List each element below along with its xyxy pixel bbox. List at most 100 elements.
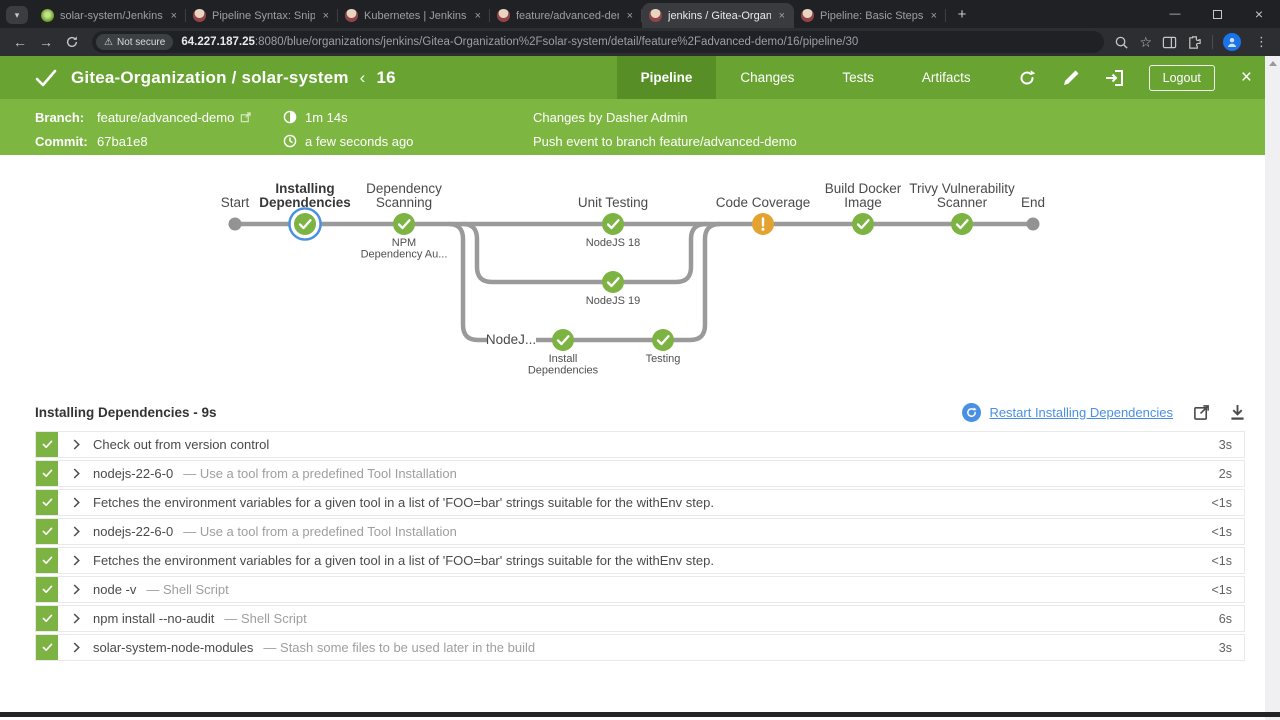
browser-tab-1[interactable]: Pipeline Syntax: Snippet Genera...× <box>186 3 338 28</box>
step-status-success <box>36 635 58 660</box>
tab-title: jenkins / Gitea-Organization/so... <box>668 10 771 22</box>
forward-button[interactable]: → <box>34 30 58 54</box>
step-row-1[interactable]: nodejs-22-6-0— Use a tool from a predefi… <box>35 460 1245 487</box>
browser-tabstrip: ▾ solar-system/Jenkinsfile at feat...×Pi… <box>0 0 1280 28</box>
tab-changes[interactable]: Changes <box>716 56 818 99</box>
tab-pipeline[interactable]: Pipeline <box>617 56 717 99</box>
profile-avatar[interactable] <box>1223 33 1241 51</box>
check-icon <box>42 614 53 623</box>
step-name: nodejs-22-6-0 <box>93 524 173 539</box>
reload-button[interactable] <box>60 30 84 54</box>
extensions-icon[interactable] <box>1187 35 1202 50</box>
svg-text:Scanning: Scanning <box>376 195 432 210</box>
browser-tab-5[interactable]: Pipeline: Basic Steps× <box>794 3 946 28</box>
download-logs-icon[interactable] <box>1230 404 1245 421</box>
step-status-success <box>36 432 58 457</box>
new-tab-button[interactable]: + <box>950 2 974 26</box>
tab-artifacts[interactable]: Artifacts <box>898 56 995 99</box>
step-name: npm install --no-audit <box>93 611 214 626</box>
address-bar[interactable]: ⚠ Not secure 64.227.187.25:8080/blue/org… <box>92 31 1104 53</box>
expand-chevron-icon[interactable] <box>73 642 80 653</box>
step-row-4[interactable]: Fetches the environment variables for a … <box>35 547 1245 574</box>
check-icon <box>42 469 53 478</box>
zoom-icon[interactable] <box>1114 35 1129 50</box>
jenkins-icon <box>649 9 662 22</box>
expand-chevron-icon[interactable] <box>73 497 80 508</box>
bookmark-star-icon[interactable]: ☆ <box>1139 34 1152 51</box>
close-pipeline-icon[interactable]: × <box>1241 68 1252 87</box>
go-to-classic-button[interactable] <box>1103 66 1127 90</box>
person-icon <box>1226 36 1238 48</box>
step-row-6[interactable]: npm install --no-audit— Shell Script6s <box>35 605 1245 632</box>
graph-node-dependency-scanning[interactable]: DependencyScanningNPMDependency Au... <box>361 181 448 261</box>
tab-tests[interactable]: Tests <box>818 56 898 99</box>
expand-chevron-icon[interactable] <box>73 468 80 479</box>
step-row-0[interactable]: Check out from version control3s <box>35 431 1245 458</box>
browser-tab-0[interactable]: solar-system/Jenkinsfile at feat...× <box>34 3 186 28</box>
logout-button[interactable]: Logout <box>1149 65 1215 91</box>
svg-text:Installing: Installing <box>275 181 334 196</box>
window-minimize-button[interactable]: — <box>1154 0 1196 28</box>
step-row-3[interactable]: nodejs-22-6-0— Use a tool from a predefi… <box>35 518 1245 545</box>
page-scrollbar[interactable] <box>1265 56 1280 720</box>
restart-stage-link[interactable]: Restart Installing Dependencies <box>989 405 1173 420</box>
graph-node-code-coverage[interactable]: Code Coverage <box>716 195 811 235</box>
tab-close-icon[interactable]: × <box>929 10 939 22</box>
browser-window: ▾ solar-system/Jenkinsfile at feat...×Pi… <box>0 0 1280 720</box>
restart-stage-icon[interactable] <box>962 403 981 422</box>
step-description: — Shell Script <box>224 611 306 626</box>
svg-text:Start: Start <box>221 195 250 210</box>
browser-tab-4[interactable]: jenkins / Gitea-Organization/so... × <box>642 3 794 28</box>
branch-label: Branch: <box>35 110 97 125</box>
svg-text:Image: Image <box>844 195 882 210</box>
tab-close-icon[interactable]: × <box>169 10 179 22</box>
graph-node-trivy-vulnerability-scanner[interactable]: Trivy VulnerabilityScanner <box>909 181 1015 235</box>
step-row-5[interactable]: node -v— Shell Script<1s <box>35 576 1245 603</box>
expand-chevron-icon[interactable] <box>73 439 80 450</box>
tab-close-icon[interactable]: × <box>473 10 483 22</box>
svg-text:Scanner: Scanner <box>937 195 988 210</box>
expand-chevron-icon[interactable] <box>73 613 80 624</box>
security-chip-label: Not secure <box>117 37 165 48</box>
graph-node-unit-testing-nodejs-19[interactable]: NodeJS 19 <box>586 271 640 307</box>
browser-tab-2[interactable]: Kubernetes | Jenkins plugin× <box>338 3 490 28</box>
branch-external-link-icon[interactable] <box>240 112 251 123</box>
tab-close-icon[interactable]: × <box>777 10 787 22</box>
expand-chevron-icon[interactable] <box>73 555 80 566</box>
step-row-2[interactable]: Fetches the environment variables for a … <box>35 489 1245 516</box>
svg-text:Dependency Au...: Dependency Au... <box>361 249 448 261</box>
jenkins-icon <box>345 9 358 22</box>
toolbar-icons: ☆ ⋮ <box>1114 33 1272 51</box>
edit-button[interactable] <box>1059 66 1083 90</box>
back-button[interactable]: ← <box>8 30 32 54</box>
url-host: 64.227.187.25 <box>181 36 255 48</box>
rerun-button[interactable] <box>1015 66 1039 90</box>
expand-chevron-icon[interactable] <box>73 526 80 537</box>
window-maximize-button[interactable] <box>1196 0 1238 28</box>
tab-search-chevron-icon[interactable]: ▾ <box>6 6 28 24</box>
window-close-button[interactable]: × <box>1238 0 1280 28</box>
menu-dots-icon[interactable]: ⋮ <box>1251 34 1272 50</box>
breadcrumb[interactable]: Gitea-Organization / solar-system <box>71 68 349 87</box>
security-chip[interactable]: ⚠ Not secure <box>96 34 173 50</box>
graph-node-testing-sub[interactable]: Testing <box>646 329 681 365</box>
step-row-7[interactable]: solar-system-node-modules— Stash some fi… <box>35 634 1245 661</box>
tab-close-icon[interactable]: × <box>321 10 331 22</box>
check-icon <box>42 556 53 565</box>
expand-chevron-icon[interactable] <box>73 584 80 595</box>
graph-node-installing-dependencies[interactable]: InstallingDependencies <box>259 181 351 240</box>
run-number: 16 <box>376 68 395 87</box>
tab-close-icon[interactable]: × <box>625 10 635 22</box>
success-check-icon <box>35 69 57 87</box>
svg-text:Build Docker: Build Docker <box>825 181 902 196</box>
pipeline-graph-svg[interactable]: NodeJ...StartInstallingDependenciesDepen… <box>0 155 1264 390</box>
browser-tab-3[interactable]: feature/advanced-demo [Gitea...× <box>490 3 642 28</box>
scrollbar-up-arrow[interactable] <box>1269 61 1277 66</box>
url-text: 64.227.187.25:8080/blue/organizations/je… <box>181 36 858 48</box>
side-panel-icon[interactable] <box>1162 35 1177 50</box>
graph-node-install-dependencies-sub[interactable]: InstallDependencies <box>528 329 599 377</box>
open-in-new-window-icon[interactable] <box>1193 404 1210 421</box>
graph-node-build-docker-image[interactable]: Build DockerImage <box>825 181 902 235</box>
branch-value[interactable]: feature/advanced-demo <box>97 110 234 125</box>
svg-text:Code Coverage: Code Coverage <box>716 195 811 210</box>
